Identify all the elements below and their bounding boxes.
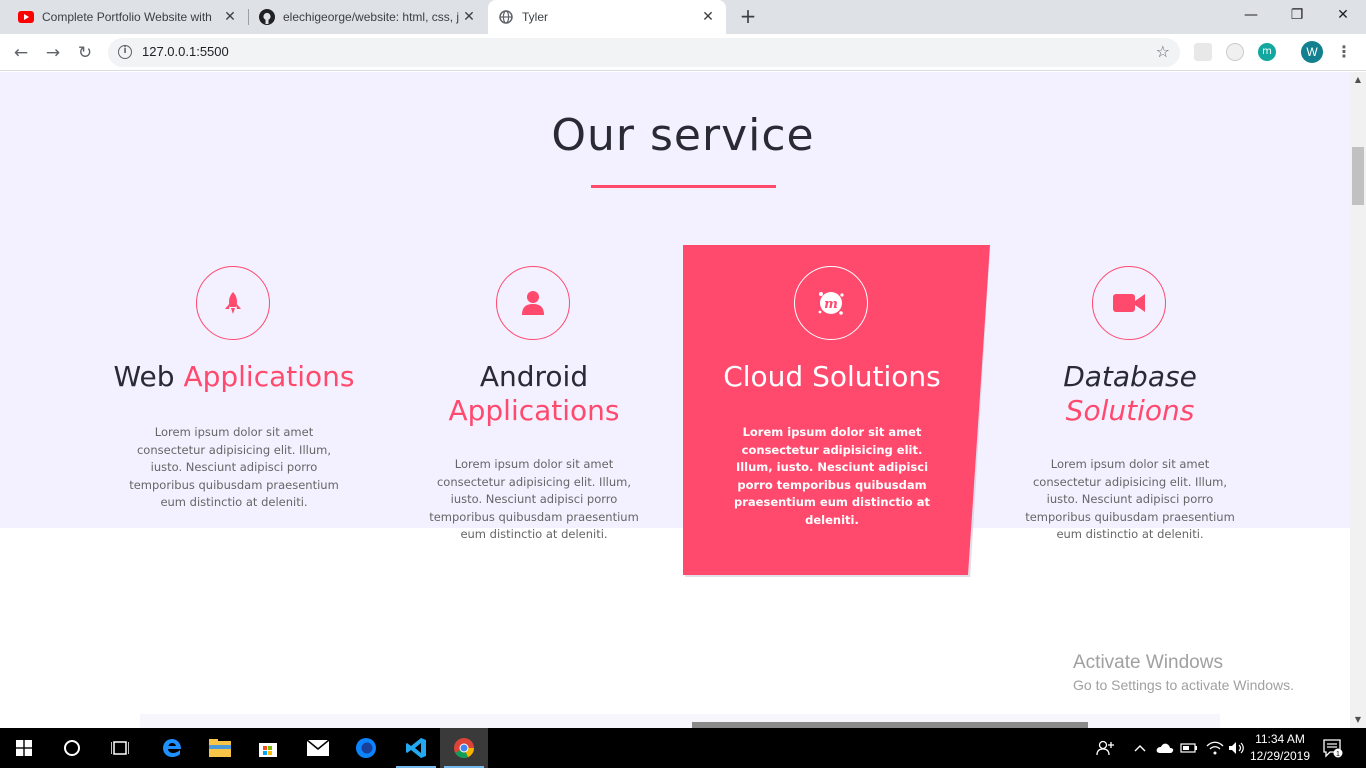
browser-toolbar: ← → ↻ i 127.0.0.1:5500 ☆ m W ⋮ (0, 34, 1366, 71)
close-window-button[interactable]: ✕ (1320, 0, 1366, 30)
page-viewport: Our service Web Applications Lorem ipsum… (0, 72, 1350, 728)
service-title-main: Cloud Solutions (723, 360, 941, 393)
notification-count: 1 (1336, 751, 1340, 758)
service-icon-circle (496, 266, 570, 340)
extension-face-icon[interactable] (1226, 43, 1244, 61)
tab-youtube[interactable]: Complete Portfolio Website with ✕ (8, 0, 248, 34)
video-camera-icon (1113, 294, 1145, 312)
service-title-accent: Solutions (1065, 394, 1195, 427)
cortana-search-icon[interactable] (48, 728, 96, 768)
scroll-up-arrow-icon[interactable]: ▲ (1350, 72, 1366, 88)
service-card-android[interactable]: Android Applications Lorem ipsum dolor s… (384, 244, 684, 576)
clock-date: 12/29/2019 (1249, 749, 1311, 763)
show-hidden-icons-chevron-icon[interactable] (1134, 728, 1146, 768)
people-icon[interactable] (1096, 728, 1114, 768)
service-icon-circle (1092, 266, 1166, 340)
rocket-icon (225, 292, 241, 314)
tab-title: elechigeorge/website: html, css, j (283, 10, 460, 24)
address-bar[interactable]: i 127.0.0.1:5500 ☆ (108, 38, 1180, 67)
tab-title: Complete Portfolio Website with (42, 10, 212, 24)
scroll-down-arrow-icon[interactable]: ▼ (1350, 712, 1366, 728)
svg-text:m: m (824, 297, 838, 312)
vscode-icon[interactable] (392, 728, 440, 768)
close-tab-icon[interactable]: ✕ (222, 9, 238, 25)
menu-kebab-icon[interactable]: ⋮ (1336, 42, 1352, 61)
service-description: Lorem ipsum dolor sit amet consectetur a… (734, 425, 930, 527)
firefox-icon[interactable] (342, 728, 390, 768)
scroll-thumb[interactable] (1352, 147, 1364, 205)
service-description: Lorem ipsum dolor sit amet consectetur a… (1025, 457, 1235, 541)
tab-title: Tyler (522, 10, 549, 24)
minimize-button[interactable]: — (1228, 0, 1274, 30)
service-title-accent: Applications (448, 394, 620, 427)
forward-arrow-icon[interactable]: → (40, 40, 66, 66)
windows-taskbar: 11:34 AM 12/29/2019 1 (0, 728, 1366, 768)
store-icon[interactable] (244, 728, 292, 768)
extension-m-icon[interactable]: m (1258, 43, 1276, 61)
new-tab-button[interactable]: + (736, 5, 760, 29)
service-title: Web Applications (84, 360, 384, 394)
browser-tab-strip: Complete Portfolio Website with ✕ elechi… (0, 0, 1366, 34)
chrome-icon[interactable] (440, 728, 488, 768)
meetup-icon: m (818, 292, 844, 315)
section-heading: Our service (551, 110, 815, 161)
service-title-main: Database (1063, 360, 1197, 393)
globe-icon (498, 9, 514, 25)
tab-tyler[interactable]: Tyler ✕ (488, 0, 726, 34)
service-description: Lorem ipsum dolor sit amet consectetur a… (429, 457, 639, 541)
page-scrollbar[interactable]: ▲ ▼ (1350, 72, 1366, 728)
wifi-icon[interactable] (1206, 728, 1224, 768)
github-icon (259, 9, 275, 25)
watermark-subtitle: Go to Settings to activate Windows. (1073, 677, 1294, 693)
mail-icon[interactable] (294, 728, 342, 768)
action-center-icon[interactable]: 1 (1322, 728, 1344, 768)
taskbar-clock[interactable]: 11:34 AM 12/29/2019 (1244, 731, 1316, 765)
windows-start-icon[interactable] (0, 728, 48, 768)
close-tab-icon[interactable]: ✕ (700, 9, 716, 25)
service-icon-circle: m (794, 266, 868, 340)
info-icon[interactable]: i (118, 45, 132, 59)
service-title-main: Android (479, 360, 589, 393)
tab-github[interactable]: elechigeorge/website: html, css, j ✕ (249, 0, 487, 34)
service-icon-circle (196, 266, 270, 340)
reload-icon[interactable]: ↻ (72, 40, 98, 66)
battery-icon[interactable] (1180, 728, 1198, 768)
url-text[interactable]: 127.0.0.1:5500 (142, 44, 229, 59)
extension-icon[interactable] (1194, 43, 1212, 61)
heading-underline (591, 185, 776, 188)
close-tab-icon[interactable]: ✕ (461, 9, 477, 25)
service-card-database[interactable]: Database Solutions Lorem ipsum dolor sit… (980, 244, 1280, 576)
service-card-cloud[interactable]: m Cloud Solutions Lorem ipsum dolor sit … (682, 244, 990, 577)
service-title-main: Web (113, 360, 175, 393)
restore-button[interactable]: ❐ (1274, 0, 1320, 30)
onedrive-icon[interactable] (1156, 728, 1174, 768)
clock-time: 11:34 AM (1255, 732, 1305, 746)
service-title: Android Applications (384, 360, 684, 428)
service-card-web[interactable]: Web Applications Lorem ipsum dolor sit a… (84, 244, 384, 576)
service-title-accent: Applications (183, 360, 355, 393)
profile-avatar[interactable]: W (1301, 41, 1323, 63)
back-arrow-icon[interactable]: ← (8, 40, 34, 66)
edge-browser-icon[interactable] (148, 728, 196, 768)
bookmark-star-icon[interactable]: ☆ (1156, 42, 1170, 61)
user-icon (522, 291, 544, 315)
file-explorer-icon[interactable] (196, 728, 244, 768)
task-view-icon[interactable] (96, 728, 144, 768)
activate-windows-watermark: Activate Windows Go to Settings to activ… (1073, 652, 1294, 693)
youtube-icon (18, 9, 34, 25)
service-title: Database Solutions (980, 360, 1280, 428)
service-description: Lorem ipsum dolor sit amet consectetur a… (129, 425, 339, 509)
service-title: Cloud Solutions (682, 360, 982, 394)
watermark-title: Activate Windows (1073, 652, 1223, 673)
